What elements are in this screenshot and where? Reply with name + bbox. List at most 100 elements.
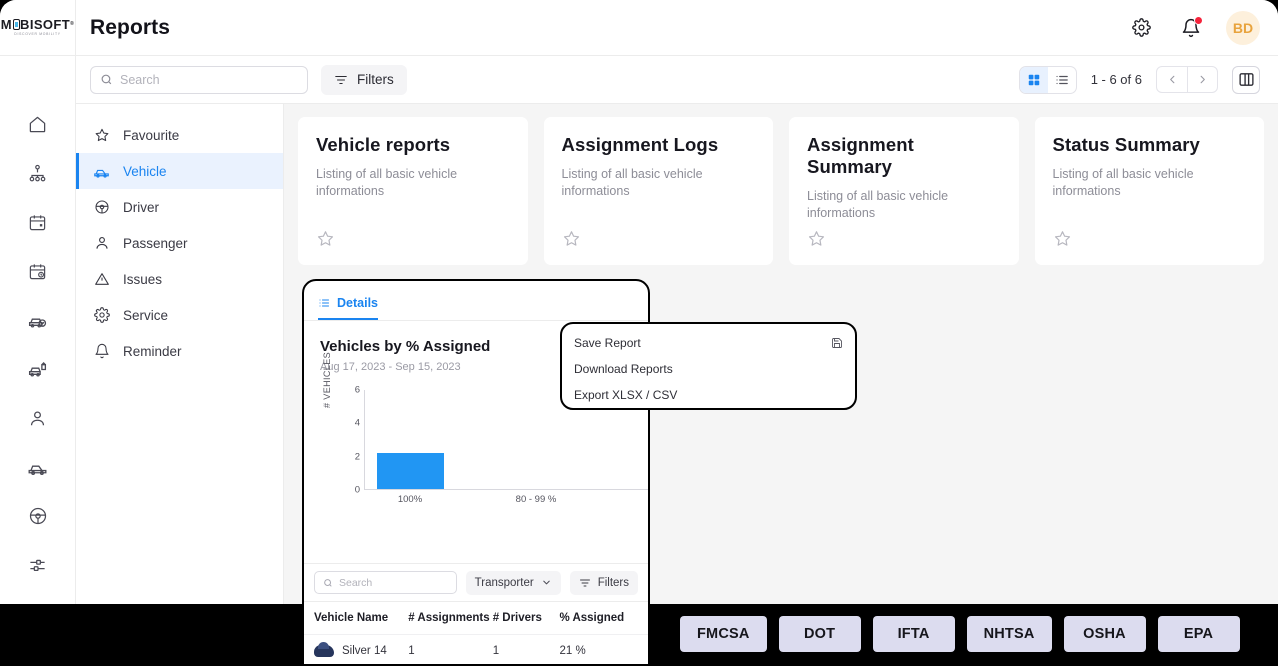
list-view-button[interactable] — [1048, 67, 1076, 93]
person-icon — [93, 235, 110, 252]
column-header-drivers: # Drivers — [492, 612, 542, 624]
menu-item-download-reports[interactable]: Download Reports — [562, 356, 855, 382]
search-icon — [323, 578, 333, 588]
sidebar-item-service[interactable]: Service — [76, 297, 283, 333]
report-card-grid: Vehicle reports Listing of all basic veh… — [298, 117, 1264, 265]
split-panel-icon — [1238, 71, 1255, 88]
brand-logo[interactable]: M BISOFT ® DISCOVER MOBILITY — [0, 0, 76, 56]
pagination — [1156, 66, 1218, 93]
sidebar-item-vehicle[interactable]: Vehicle — [76, 153, 283, 189]
sidebar-item-favourite[interactable]: Favourite — [76, 117, 283, 153]
search-icon — [100, 73, 113, 86]
bar-100-percent[interactable] — [377, 452, 444, 489]
filter-icon — [334, 73, 348, 87]
report-card-description: Listing of all basic vehicle information… — [561, 167, 703, 198]
next-page-button[interactable] — [1187, 67, 1217, 92]
calendar-icon — [28, 213, 47, 232]
menu-item-label: Save Report — [574, 336, 641, 350]
rail-item-car-transfer[interactable] — [21, 356, 55, 382]
search-box[interactable] — [90, 65, 308, 94]
report-card-description: Listing of all basic vehicle information… — [807, 189, 949, 220]
panel-toggle-button[interactable] — [1232, 65, 1260, 94]
cell-vehicle-name: Silver 14 — [314, 642, 408, 657]
sidebar-item-driver[interactable]: Driver — [76, 189, 283, 225]
menu-item-export-xlsx-csv[interactable]: Export XLSX / CSV — [562, 382, 855, 408]
settings-button[interactable] — [1126, 13, 1156, 43]
sliders-icon — [28, 556, 47, 575]
rail-item-calendar[interactable] — [21, 209, 55, 235]
rail-item-home[interactable] — [21, 111, 55, 137]
logo-suffix: BISOFT — [20, 17, 71, 33]
sidebar-item-reminder[interactable]: Reminder — [76, 333, 283, 369]
top-bar: M BISOFT ® DISCOVER MOBILITY Reports BD — [0, 0, 1278, 56]
table-filters-label: Filters — [597, 576, 629, 589]
sidebar-item-passenger[interactable]: Passenger — [76, 225, 283, 261]
report-card-description: Listing of all basic vehicle information… — [1052, 167, 1194, 198]
report-card-title: Assignment Summary — [807, 134, 914, 177]
transporter-dropdown-label: Transporter — [474, 576, 534, 589]
favourite-star-icon[interactable] — [1053, 229, 1247, 248]
rail-item-calendar-clock[interactable] — [21, 258, 55, 284]
rail-item-settings-sliders[interactable] — [21, 552, 55, 578]
transporter-dropdown[interactable]: Transporter — [465, 570, 561, 595]
org-chart-icon — [28, 164, 47, 183]
chevron-down-icon — [541, 577, 552, 588]
column-header-assignments: # Assignments — [408, 612, 490, 624]
cell-assignments: 1 — [408, 645, 415, 657]
filters-button[interactable]: Filters — [321, 64, 407, 95]
rail-item-car-check[interactable] — [21, 307, 55, 333]
logo-tagline: DISCOVER MOBILITY — [14, 32, 61, 37]
menu-item-label: Export XLSX / CSV — [574, 388, 678, 402]
badge-osha: OSHA — [1063, 616, 1146, 652]
favourite-star-icon[interactable] — [316, 229, 510, 248]
report-card[interactable]: Status Summary Listing of all basic vehi… — [1034, 117, 1264, 265]
car-check-icon — [27, 310, 48, 331]
table-search-input[interactable]: Search — [314, 571, 457, 594]
rail-item-driver[interactable] — [21, 503, 55, 529]
report-card[interactable]: Vehicle reports Listing of all basic veh… — [298, 117, 528, 265]
rail-item-car[interactable] — [21, 454, 55, 480]
search-input[interactable] — [120, 72, 298, 87]
column-header-assigned: % Assigned — [559, 612, 625, 624]
table-toolbar: Search Transporter Filters — [304, 563, 648, 601]
y-tick: 0 — [354, 484, 360, 496]
tab-details[interactable]: Details — [318, 296, 378, 320]
logo-wordmark: M BISOFT ® — [1, 18, 74, 31]
tab-details-label: Details — [337, 296, 378, 310]
rail-item-person[interactable] — [21, 405, 55, 431]
filter-icon — [579, 577, 591, 589]
rail-item-org-chart[interactable] — [21, 160, 55, 186]
grid-view-button[interactable] — [1019, 66, 1048, 93]
notifications-button[interactable] — [1176, 13, 1206, 43]
logo-registered-mark: ® — [70, 21, 75, 28]
cell-drivers: 1 — [492, 645, 500, 657]
person-icon — [28, 409, 47, 428]
grid-icon — [1027, 73, 1041, 87]
toolbar-right-controls: 1 - 6 of 6 — [1018, 65, 1260, 94]
result-count: 1 - 6 of 6 — [1090, 72, 1142, 87]
y-axis-label: # VEHICLES — [322, 351, 332, 408]
report-actions-menu: Save Report Download Reports Export XLSX… — [560, 322, 857, 410]
sidebar-item-issues[interactable]: Issues — [76, 261, 283, 297]
report-card[interactable]: Assignment Logs Listing of all basic veh… — [543, 117, 773, 265]
favourite-star-icon[interactable] — [807, 229, 1001, 248]
warning-triangle-icon — [93, 271, 110, 288]
sidebar-item-label: Reminder — [123, 343, 182, 359]
table-search-placeholder: Search — [339, 576, 373, 589]
badge-ifta: IFTA — [872, 616, 955, 652]
table-filters-button[interactable]: Filters — [569, 570, 638, 595]
table-row[interactable]: Silver 14 1 1 21 % — [304, 635, 648, 664]
report-card[interactable]: Assignment Summary Listing of all basic … — [789, 117, 1019, 265]
avatar[interactable]: BD — [1226, 10, 1260, 45]
report-card-description: Listing of all basic vehicle information… — [316, 167, 458, 198]
favourite-star-icon[interactable] — [562, 229, 756, 248]
logo-prefix: M — [0, 17, 13, 33]
car-side-icon — [27, 457, 48, 478]
menu-item-save-report[interactable]: Save Report — [562, 330, 855, 356]
x-tick: 100% — [397, 494, 423, 505]
x-tick: 60 - — [648, 494, 649, 505]
prev-page-button[interactable] — [1157, 67, 1187, 92]
view-mode-toggle[interactable] — [1018, 65, 1077, 94]
list-icon — [318, 297, 330, 309]
report-card-title: Vehicle reports — [316, 134, 451, 155]
